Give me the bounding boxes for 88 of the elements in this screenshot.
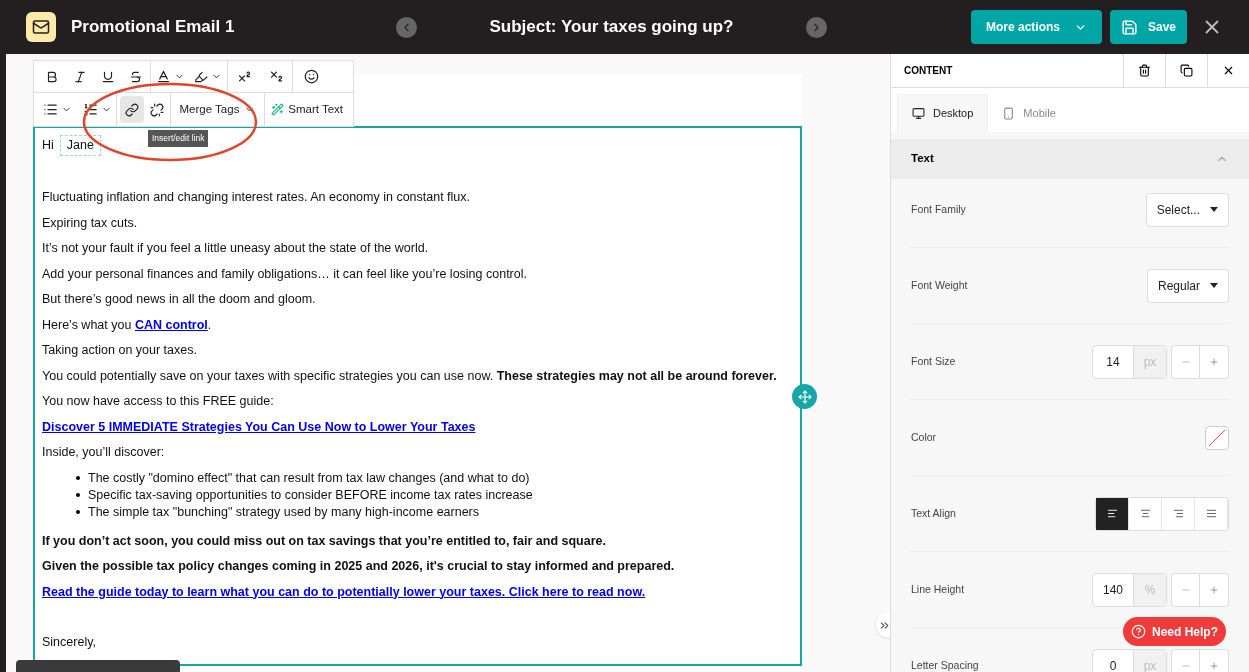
device-tab[interactable]: Desktop bbox=[897, 94, 989, 132]
unit-label: % bbox=[1133, 573, 1166, 606]
paragraph: Fluctuating inflation and changing interest rates. An economy in constant flux. bbox=[42, 189, 471, 206]
paragraph: Sincerely, bbox=[42, 633, 96, 651]
bullet-icon bbox=[76, 476, 80, 480]
paragraph: You could potentially save on your taxes with specific strategies you can use now. These strategies may not all be around forever. bbox=[42, 367, 777, 385]
paragraph: You now have access to this FREE guide: bbox=[42, 393, 274, 410]
italic-icon bbox=[72, 69, 87, 84]
select-dropdown[interactable]: Select... bbox=[1145, 192, 1229, 227]
device-tab[interactable]: Mobile bbox=[988, 94, 1070, 132]
numbered-list-icon bbox=[82, 102, 98, 117]
bullet-icon bbox=[76, 493, 80, 497]
move-icon bbox=[797, 389, 812, 404]
align-icon bbox=[1106, 508, 1118, 519]
field-value: 14 bbox=[1105, 353, 1121, 371]
help-icon bbox=[1131, 624, 1146, 639]
align-icon bbox=[1172, 508, 1184, 519]
setting-label: Letter Spacing bbox=[911, 657, 979, 672]
paragraph-text: . bbox=[207, 316, 212, 334]
bullet-icon bbox=[76, 510, 80, 514]
link[interactable]: Discover 5 IMMEDIATE Strategies You Can Use Now to Lower Your Taxes bbox=[42, 418, 476, 436]
paragraph: Add your personal finances and family obligations… it can feel like you’re losing control. bbox=[42, 265, 527, 283]
smart-text-button[interactable]: Smart Text bbox=[265, 94, 350, 125]
caret-icon bbox=[1210, 207, 1218, 212]
subscript-icon bbox=[268, 69, 284, 84]
text-block[interactable] bbox=[33, 126, 802, 666]
logo-icon bbox=[26, 12, 56, 42]
caret-icon bbox=[1210, 283, 1218, 288]
setting-label: Font Size bbox=[911, 353, 956, 369]
paragraph: Inside, you’ll discover: bbox=[42, 444, 165, 461]
email-title: Promotional Email 1 bbox=[71, 16, 236, 39]
link[interactable]: Read the guide today to learn what you can do to potentially lower your taxes. Click here to read now. bbox=[42, 583, 646, 601]
list-item: Specific tax-saving opportunities to consider BEFORE income tax rates increase bbox=[88, 486, 533, 504]
list-item: The simple tax "bunching" strategy used by many high-income earners bbox=[88, 503, 479, 521]
paragraph-text: Here’s what you bbox=[42, 316, 133, 334]
paragraph: Given the possible tax policy changes coming in 2025 and 2026, it's crucial to stay informed and prepared. bbox=[42, 558, 675, 575]
highlighter-icon bbox=[194, 69, 208, 84]
panel-title: CONTENT bbox=[903, 64, 954, 78]
list-item: The costly "domino effect" that can result from tax law changes (and what to do) bbox=[88, 469, 530, 487]
close-icon bbox=[1222, 64, 1235, 77]
setting-label: Color bbox=[911, 429, 937, 445]
plus-icon bbox=[1209, 356, 1219, 367]
next-button[interactable] bbox=[805, 16, 827, 38]
align-icon bbox=[1139, 508, 1151, 519]
setting-label: Line Height bbox=[911, 581, 965, 597]
paragraph: But there’s good news in all the doom and gloom. bbox=[42, 291, 316, 308]
copy-icon bbox=[1180, 64, 1193, 77]
section-header[interactable]: Text bbox=[891, 139, 1249, 179]
link[interactable]: CAN control bbox=[134, 316, 208, 334]
unlink-icon bbox=[149, 102, 164, 117]
merge-tags-button[interactable]: Merge Tags bbox=[170, 94, 265, 125]
align-icon bbox=[1205, 508, 1217, 519]
paragraph: Expiring tax cuts. bbox=[42, 214, 138, 232]
superscript-icon bbox=[236, 69, 252, 84]
previous-button[interactable] bbox=[396, 16, 417, 38]
save-icon bbox=[1120, 18, 1138, 36]
link-icon bbox=[124, 102, 139, 117]
strikethrough-icon bbox=[129, 69, 143, 84]
merge-tag[interactable]: Jane bbox=[59, 135, 101, 156]
smiley-icon bbox=[303, 69, 319, 84]
monitor-icon bbox=[912, 107, 925, 120]
phone-icon bbox=[1002, 106, 1016, 120]
text-color-icon bbox=[155, 69, 171, 84]
trash-icon bbox=[1138, 64, 1151, 77]
paragraph: If you don’t act soon, you could miss out on tax savings that you’re entitled to, fair and square. bbox=[42, 532, 606, 550]
align-option[interactable] bbox=[1096, 497, 1129, 530]
paragraph: It’s not your fault if you feel a little uneasy about the state of the world. bbox=[42, 240, 429, 257]
setting-label: Text Align bbox=[911, 505, 956, 521]
no-color-icon bbox=[1207, 427, 1227, 448]
link-button[interactable] bbox=[120, 96, 144, 123]
plus-icon bbox=[1209, 660, 1219, 671]
number-field[interactable]: 140 % bbox=[1092, 572, 1167, 607]
paragraph: Taking action on your taxes. bbox=[42, 342, 197, 359]
greeting: Hi bbox=[42, 137, 54, 154]
setting-label: Font Weight bbox=[911, 277, 968, 293]
select-dropdown[interactable]: Regular bbox=[1146, 268, 1229, 303]
color-swatch[interactable] bbox=[1205, 425, 1229, 450]
tooltip: Insert/edit link bbox=[148, 130, 209, 147]
move-handle[interactable] bbox=[792, 384, 817, 409]
bullet-list-icon bbox=[43, 102, 59, 117]
help-button[interactable]: Need Help? bbox=[1123, 617, 1226, 646]
field-value: 0 bbox=[1108, 657, 1118, 672]
subject-line: Subject: Your taxes going up? bbox=[488, 16, 735, 39]
field-value: 140 bbox=[1102, 581, 1124, 599]
magic-wand-icon bbox=[271, 103, 285, 116]
plus-icon bbox=[1209, 584, 1219, 595]
underline-icon bbox=[101, 69, 115, 84]
setting-label: Font Family bbox=[911, 201, 966, 217]
